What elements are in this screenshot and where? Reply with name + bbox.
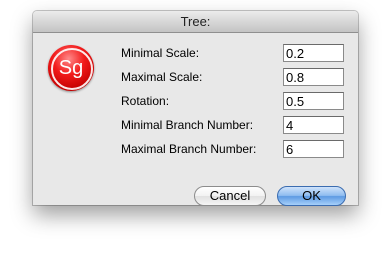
minimal-scale-input[interactable] [283, 44, 344, 62]
maximal-branch-number-label: Maximal Branch Number: [121, 142, 257, 156]
dialog-content: Sg Minimal Scale: Maximal Scale: Rotatio… [33, 33, 358, 206]
rotation-input[interactable] [283, 92, 344, 110]
maximal-scale-label: Maximal Scale: [121, 70, 203, 84]
app-logo-icon: Sg [48, 45, 94, 91]
screen-canvas: Tree: Sg Minimal Scale: Maximal Scale: R… [0, 0, 391, 254]
minimal-branch-number-label: Minimal Branch Number: [121, 118, 254, 132]
minimal-branch-number-input[interactable] [283, 116, 344, 134]
rotation-label: Rotation: [121, 94, 170, 108]
maximal-scale-input[interactable] [283, 68, 344, 86]
cancel-button[interactable]: Cancel [194, 186, 266, 206]
maximal-branch-number-input[interactable] [283, 140, 344, 158]
window-title: Tree: [33, 11, 358, 33]
ok-button[interactable]: OK [277, 186, 346, 206]
tree-dialog: Tree: Sg Minimal Scale: Maximal Scale: R… [33, 11, 358, 206]
minimal-scale-label: Minimal Scale: [121, 46, 200, 60]
logo-text: Sg [58, 57, 84, 79]
